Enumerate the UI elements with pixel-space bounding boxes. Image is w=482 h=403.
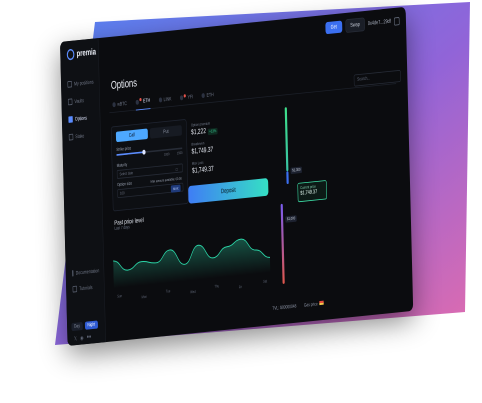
app-name: premia (76, 47, 97, 59)
x-tick-label: Sat (263, 279, 267, 284)
lower-range-bar (280, 203, 285, 284)
sidebar-item-vaults[interactable]: Vaults (66, 93, 98, 109)
strike-label: Strike price (116, 146, 132, 153)
slider-tick: 1500 (176, 150, 183, 156)
theme-night-button[interactable]: Night (84, 320, 98, 330)
options-icon (68, 116, 73, 123)
tab-label: ETH (206, 91, 214, 99)
tab-label: YFI (187, 93, 194, 100)
x-tick-label: Sun (117, 294, 122, 299)
tab-label: ETH (142, 97, 151, 105)
upper-price-tag: $1,300 (290, 166, 303, 175)
wbtc-icon (112, 102, 116, 108)
upper-range-bar (284, 107, 289, 172)
slider-tick: 1000 (163, 151, 170, 157)
x-tick-label: Tue (166, 289, 171, 294)
discord-icon[interactable]: ◉ (80, 335, 83, 342)
calendar-icon: ▢ (175, 167, 178, 172)
book-icon (72, 270, 74, 277)
sidebar-item-options[interactable]: Options (66, 110, 98, 126)
sidebar-item-my-positions[interactable]: My positions (65, 75, 97, 91)
swap-button[interactable]: Swap (345, 17, 365, 33)
vault-icon (67, 98, 73, 106)
deposit-button[interactable]: Deposit (188, 178, 269, 204)
sidebar-item-label: Stake (75, 132, 85, 140)
premium-value: $1,222 (191, 126, 207, 137)
amount-value: 100 (120, 191, 125, 197)
current-price-tag: Current price $1,749.37 (297, 180, 328, 203)
x-tick-label: Fri (239, 285, 242, 290)
maturity-placeholder: Select date (119, 170, 134, 178)
eth-icon (135, 99, 139, 105)
sidebar-item-label: My positions (73, 79, 94, 87)
top-bar: Get Swap 0x4de7...29df (325, 14, 400, 35)
link-icon (158, 97, 163, 103)
notification-icon[interactable] (393, 16, 400, 26)
tab-yfi[interactable]: YFI (179, 89, 194, 105)
sidebar-bottom: Documentation Tutorials (70, 264, 102, 299)
tab-link[interactable]: LINK (158, 92, 172, 108)
medium-icon[interactable]: ●● (87, 334, 92, 341)
theme-toggle: Day Night (71, 320, 98, 332)
sidebar-item-documentation[interactable]: Documentation (70, 264, 102, 280)
price-level-header: Past price level Last 7 days (114, 216, 144, 231)
x-tick-label: Mon (142, 294, 147, 299)
status-bar: TVL: $00000048 Gas price (272, 300, 324, 312)
sidebar-item-label: Tutorials (79, 284, 93, 292)
tab-label: LINK (163, 96, 172, 103)
sidebar: premia My positions Vaults Options Stake… (60, 38, 106, 346)
sidebar-nav: My positions Vaults Options Stake (65, 75, 98, 149)
max-loss-value: $1,749.37 (191, 164, 214, 175)
tab-label: wBTC (117, 100, 127, 108)
briefcase-icon (67, 80, 72, 88)
stake-icon (68, 133, 74, 141)
maturity-label: Maturity (116, 162, 128, 169)
twitter-icon[interactable]: 𝕏 (74, 335, 77, 342)
call-button[interactable]: Call (115, 128, 148, 143)
x-tick-label: Wed (190, 289, 196, 294)
premium-change-badge: +13% (207, 127, 218, 136)
breakeven-value: $1,749.37 (191, 145, 214, 156)
tab-eth-2[interactable]: ETH (201, 87, 214, 103)
gas-price[interactable]: Gas price (303, 300, 324, 309)
badge-dot (139, 97, 142, 102)
sidebar-item-label: Documentation (75, 267, 100, 276)
breakeven-stat: Breakeven $1,749.37 (191, 140, 213, 155)
premia-logo[interactable]: premia (66, 46, 97, 61)
max-loss-stat: Max Loss $1,749.37 (192, 160, 214, 175)
current-price-value: $1,749.37 (300, 189, 318, 197)
sidebar-item-stake[interactable]: Stake (67, 128, 99, 144)
tab-wbtc[interactable]: wBTC (112, 96, 127, 112)
max-button[interactable]: MAX (170, 184, 181, 193)
sidebar-item-label: Options (74, 115, 88, 122)
put-button[interactable]: Put (149, 125, 182, 139)
sidebar-item-label: Vaults (74, 97, 85, 105)
option-form: Call Put Strike price 1000 1500 Maturity… (110, 118, 189, 212)
tvl-text: TVL: $00000048 (272, 303, 297, 312)
theme-day-button[interactable]: Day (71, 322, 83, 332)
price-area (113, 239, 271, 289)
mid-range-bar (286, 171, 289, 185)
call-put-toggle: Call Put (115, 125, 182, 143)
page-title: Options (110, 75, 138, 92)
price-chart: Sun Mon Tue Wed Thu Fri Sat (113, 238, 271, 300)
gas-label: Gas price (303, 302, 318, 309)
premia-logo-icon (66, 48, 75, 61)
badge-dot (183, 93, 186, 98)
sidebar-item-tutorials[interactable]: Tutorials (70, 280, 102, 296)
get-button[interactable]: Get (325, 20, 343, 35)
x-tick-label: Thu (214, 284, 219, 289)
premium-stat: Option premium $1,222 +13% (191, 121, 218, 137)
play-icon (72, 285, 78, 293)
flag-icon (319, 300, 324, 306)
wallet-address[interactable]: 0x4de7...29df (368, 19, 391, 27)
tab-eth[interactable]: ETH (135, 93, 151, 111)
lower-price-tag: $1,000 (285, 215, 297, 223)
amount-label: Option size (117, 181, 133, 188)
app-window: premia My positions Vaults Options Stake… (60, 6, 414, 347)
social-links: 𝕏 ◉ ●● (74, 334, 92, 342)
eth-icon (201, 93, 206, 99)
